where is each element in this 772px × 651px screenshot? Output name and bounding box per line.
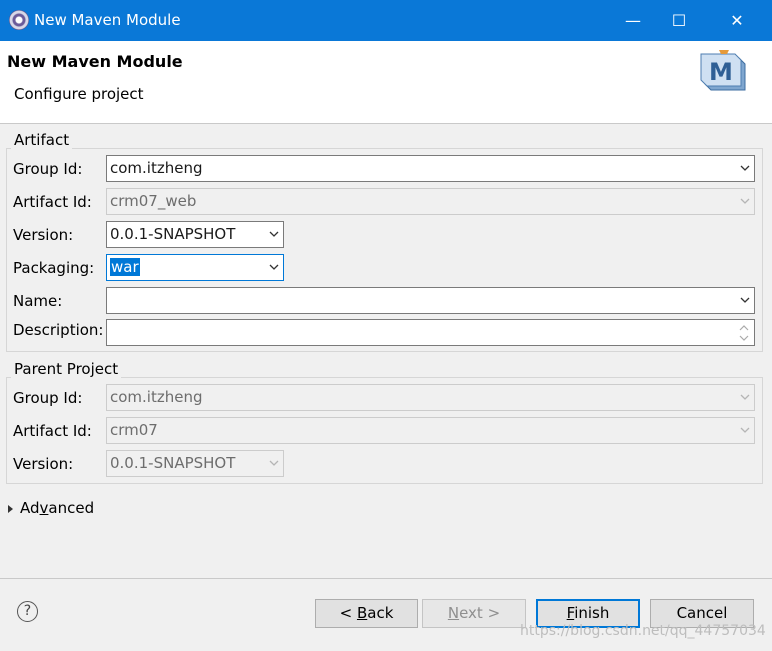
packaging-value: war [110, 258, 140, 276]
packaging-label: Packaging: [13, 259, 95, 277]
version-label: Version: [13, 226, 74, 244]
scroll-arrows-icon[interactable] [738, 323, 750, 343]
name-label: Name: [13, 292, 63, 310]
eclipse-app-icon [9, 10, 29, 30]
artifact-id-combo: crm07_web [106, 188, 755, 215]
back-button[interactable]: < Back [315, 599, 418, 628]
expand-arrow-icon[interactable] [8, 505, 13, 513]
page-subtitle: Configure project [14, 85, 144, 103]
parent-group-id-label: Group Id: [13, 389, 83, 407]
name-combo[interactable] [106, 287, 755, 314]
maximize-button[interactable]: ☐ [656, 0, 702, 41]
parent-group-id-combo: com.itzheng [106, 384, 755, 411]
version-combo[interactable]: 0.0.1-SNAPSHOT [106, 221, 284, 248]
parent-group-id-value: com.itzheng [110, 388, 203, 406]
parent-version-label: Version: [13, 455, 74, 473]
artifact-group-id-value: com.itzheng [110, 159, 203, 177]
maven-logo-letter: M [709, 58, 733, 86]
footer-separator [0, 578, 772, 579]
chevron-down-icon [740, 425, 750, 435]
parent-version-value: 0.0.1-SNAPSHOT [110, 454, 236, 472]
parent-version-combo: 0.0.1-SNAPSHOT [106, 450, 284, 477]
chevron-down-icon [269, 458, 279, 468]
chevron-down-icon[interactable] [269, 229, 279, 239]
parent-artifact-id-label: Artifact Id: [13, 422, 92, 440]
description-field[interactable] [106, 319, 755, 346]
parent-artifact-id-value: crm07 [110, 421, 158, 439]
help-icon[interactable]: ? [17, 601, 38, 622]
packaging-combo[interactable]: war [106, 254, 284, 281]
advanced-toggle[interactable]: Advanced [20, 499, 94, 517]
description-label: Description: [13, 321, 104, 339]
version-value: 0.0.1-SNAPSHOT [110, 225, 236, 243]
chevron-down-icon [740, 392, 750, 402]
parent-group-label: Parent Project [11, 360, 122, 378]
chevron-down-icon [740, 196, 750, 206]
artifact-id-value: crm07_web [110, 192, 197, 210]
maven-logo-icon: M [699, 50, 747, 92]
watermark-text: https://blog.csdn.net/qq_44757034 [520, 623, 766, 639]
next-button: Next > [422, 599, 526, 628]
close-button[interactable]: ✕ [714, 0, 760, 41]
artifact-id-label: Artifact Id: [13, 193, 92, 211]
artifact-group-id-combo[interactable]: com.itzheng [106, 155, 755, 182]
parent-artifact-id-combo: crm07 [106, 417, 755, 444]
artifact-group-label: Artifact [11, 131, 73, 149]
chevron-down-icon[interactable] [740, 163, 750, 173]
chevron-down-icon[interactable] [740, 295, 750, 305]
chevron-down-icon[interactable] [269, 262, 279, 272]
minimize-button[interactable]: — [610, 0, 656, 41]
artifact-group-id-label: Group Id: [13, 160, 83, 178]
window-title: New Maven Module [34, 11, 181, 29]
page-title: New Maven Module [7, 52, 183, 71]
